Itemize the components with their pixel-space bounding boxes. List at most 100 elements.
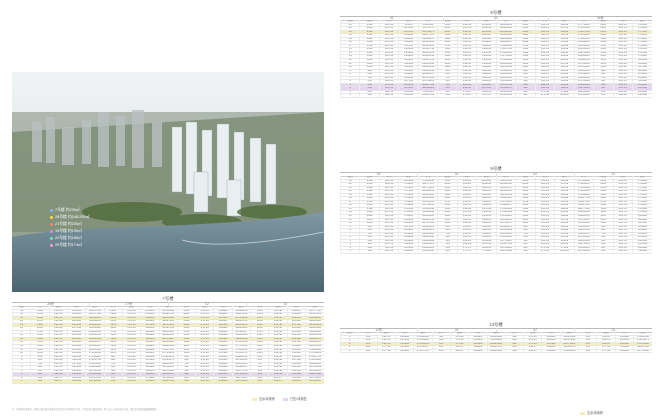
callout-building-28: 28号楼 约248-255㎡ (50, 215, 89, 220)
callout-text: 21号楼 约205㎡ (55, 222, 82, 226)
legend-label: 空余待销房 (259, 397, 275, 401)
data-table: 楼层 面积 单价 总价 室号 面积 单价 总价 室号 面积 单价 总价 室号 面积 单价 总价 23 2302 20… (339, 20, 652, 98)
table-cell: 136000 (632, 249, 652, 254)
table-row: 16 1602 239.48 205196 49141002 1601 251.26 1949… (11, 333, 324, 338)
table-cell: 231.06 (195, 379, 214, 384)
table-cell: 102 (30, 379, 50, 384)
table-row: 3 302 190.16 196986 37458654 301 174.12 200986 3… (339, 342, 652, 347)
table-row: 3 302 239.48 194196 46506906 301 251.26 183986 4… (11, 372, 324, 377)
legend: 空余待销房 已售/待销售 (252, 396, 307, 401)
table-row: 18 1802 239.48 207196 49619929 1801 251.26 1969… (11, 326, 324, 331)
table-row: 2 202 223.17 162196 36197281 201 231.06 171986 3… (11, 376, 324, 381)
table-cell: 183.03 (378, 249, 399, 254)
legend-swatch-purple (282, 397, 288, 401)
table-row: 21 2102 239.48 210196 50338319 2101 251.26 1999… (11, 316, 324, 321)
table-cell: 140000 (398, 249, 419, 254)
table-row: 8 802 239.48 198196 47464759 801 251.26 187986 4… (11, 358, 324, 363)
table-cell: 182.96 (612, 93, 633, 98)
table-cell: 102 (359, 93, 380, 98)
table-cell: 29879500 (495, 249, 516, 254)
callout-dot (50, 244, 53, 247)
table-cell: 183.03 (612, 249, 633, 254)
table-cell: 1 (11, 379, 31, 384)
table-row: 11 1102 239.48 201196 48183149 1101 251.26 1909… (11, 348, 324, 353)
table-cell: 175000 (476, 249, 497, 254)
legend-bottom-right: 空余待销房 (580, 410, 603, 415)
table-row: 1 102 182.96 141800 25943732 101 170.67 175787 3… (339, 93, 652, 98)
table-row: 9 902 239.48 199196 47704222 901 251.26 188986 4… (11, 355, 324, 360)
table-cell: 175.92 (534, 249, 555, 254)
callout-building-29: 29号楼 约174㎡ (50, 243, 82, 248)
table-row: 6 602 239.48 196196 46985832 601 251.26 185986 4… (11, 365, 324, 370)
table-cell: 175.86 (534, 93, 555, 98)
table-cell: 35117885 (158, 379, 178, 384)
legend-swatch-yellow (252, 397, 257, 401)
table-row: 10 1002 239.48 200196 47943686 1001 251.26 1899… (11, 351, 324, 356)
table-cell: 159986 (541, 349, 561, 354)
table-row: 19 1902 239.48 208196 49859392 1901 251.26 1979… (11, 323, 324, 328)
table-row: 14 1402 239.48 203196 48662076 1401 251.26 1929… (11, 340, 324, 345)
fine-print: 注：本资料仅供参考，具体以政府部门批准的文件及买卖合同约定为准，户型面积为建筑面… (12, 409, 159, 411)
table-cell: 150986 (614, 349, 634, 354)
table-cell: 31510045 (305, 379, 324, 384)
table-cell: 182.96 (378, 93, 399, 98)
price-table-bottom-left: 7号楼 28号 27号 02 01 楼层 室号 面积 单价 总价 室号 面积 单价 总价 室号 面积… (11, 296, 324, 404)
table-row: 1 102 177.32 152986 27127478 101 162.47 162986 2… (339, 349, 652, 354)
table-cell: 30002314 (495, 93, 516, 98)
table-cell: 162986 (468, 349, 487, 354)
table-cell: 101 (578, 349, 597, 354)
table-cell: 101 (431, 349, 451, 354)
table-cell: 25993925 (559, 349, 579, 354)
legend-vacant: 空余待销房 (580, 410, 603, 415)
table-cell: 101 (437, 249, 458, 254)
data-table: 楼层 室号 面积 单价 总价 室号 面积 单价 总价 室号 面积 单价 总价 室号 面积 单价 总价 5 502 19… (339, 332, 652, 354)
table-cell: 141196 (286, 379, 306, 384)
table-row: 4 402 190.16 197986 37648838 401 174.12 201986 3… (339, 338, 652, 343)
table-cell: 162.47 (449, 349, 469, 354)
table-cell: 23741100 (573, 93, 594, 98)
table-cell: 141800 (398, 93, 419, 98)
table-cell: 149986 (213, 379, 233, 384)
table-cell: 170.67 (456, 93, 477, 98)
table-row: 1 102 223.17 142196 31733281 101 231.06 151986 3… (11, 379, 324, 384)
table-row: 22 2202 239.48 211196 50577782 2201 251.26 2009… (11, 312, 324, 317)
table-cell: 175787 (476, 93, 497, 98)
legend-sold: 已售/待销售 (282, 396, 307, 401)
table-cell: 135000 (554, 249, 575, 254)
table-cell: 136564 (632, 93, 652, 98)
price-table-mid-right: 9号楼 02 01 02 01 楼层 面积 单价 总价 室号 面积 单价 总价 室号 面积 单价 总价… (339, 166, 652, 314)
legend-vacant: 空余待销房 (252, 396, 275, 401)
table-row: 15 1502 239.48 204196 48901539 1501 251.26 1939… (11, 337, 324, 342)
table-cell: 170.74 (456, 249, 477, 254)
table-cell: 151986 (140, 379, 159, 384)
table-row: 17 1702 239.48 206196 49380466 1701 251.26 1959… (11, 330, 324, 335)
table-cell: 23749200 (573, 249, 594, 254)
table-cell: 101 (593, 93, 614, 98)
table-cell: 223.17 (48, 379, 68, 384)
price-table-bottom-right: 13号楼 12号 01 02 01 楼层 室号 面积 单价 总价 室号 面积 单价 总价 室号 面积… (339, 322, 652, 380)
price-table-top-right: 8号楼 02 01 04号 楼层 面积 单价 总价 室号 面积 单价 总价 室号 面积 单价 总价 室号… (339, 10, 652, 158)
callout-text: 29号楼 约174㎡ (55, 243, 82, 247)
table-row: 23 2302 239.48 212196 50817254 2301 251.26 2019… (11, 309, 324, 314)
aerial-scene (12, 72, 324, 292)
table-row: 2 202 177.32 195986 34752237 201 162.47 199986 3… (339, 345, 652, 350)
aerial-rendering-image: 7号楼 约239㎡ 28号楼 约248-255㎡ 21号楼 约205㎡ 15号楼… (12, 72, 324, 292)
table-cell: 1 (339, 249, 360, 254)
table-cell: 31733281 (85, 379, 105, 384)
table-row: 7 702 239.48 197196 47225296 701 251.26 186986 4… (11, 362, 324, 367)
table-cell: 34655865 (231, 379, 251, 384)
table-cell: 102 (359, 249, 380, 254)
callout-dot (50, 223, 53, 226)
table-row: 5 502 239.48 195196 46746369 501 251.26 184986 4… (11, 369, 324, 374)
table-row: 1 102 183.03 140000 25624200 101 170.74 175000 2… (339, 249, 652, 254)
table-cell: 177.32 (596, 349, 616, 354)
table-cell: 26480335 (486, 349, 506, 354)
table-row: 20 2002 239.48 209196 50098856 2001 251.26 1989… (11, 319, 324, 324)
callout-building-21: 21号楼 约205㎡ (50, 222, 82, 227)
table-cell: 101 (437, 93, 458, 98)
table-row: 5 502 190.16 198986 37839022 501 174.12 202986 3… (339, 335, 652, 340)
data-table: 楼层 面积 单价 总价 室号 面积 单价 总价 室号 面积 单价 总价 室号 面积 单价 总价 23 2302 20… (339, 176, 652, 254)
callout-text: 7号楼 约239㎡ (55, 208, 80, 212)
callout-dot (50, 237, 53, 240)
table-cell: 102 (176, 379, 196, 384)
